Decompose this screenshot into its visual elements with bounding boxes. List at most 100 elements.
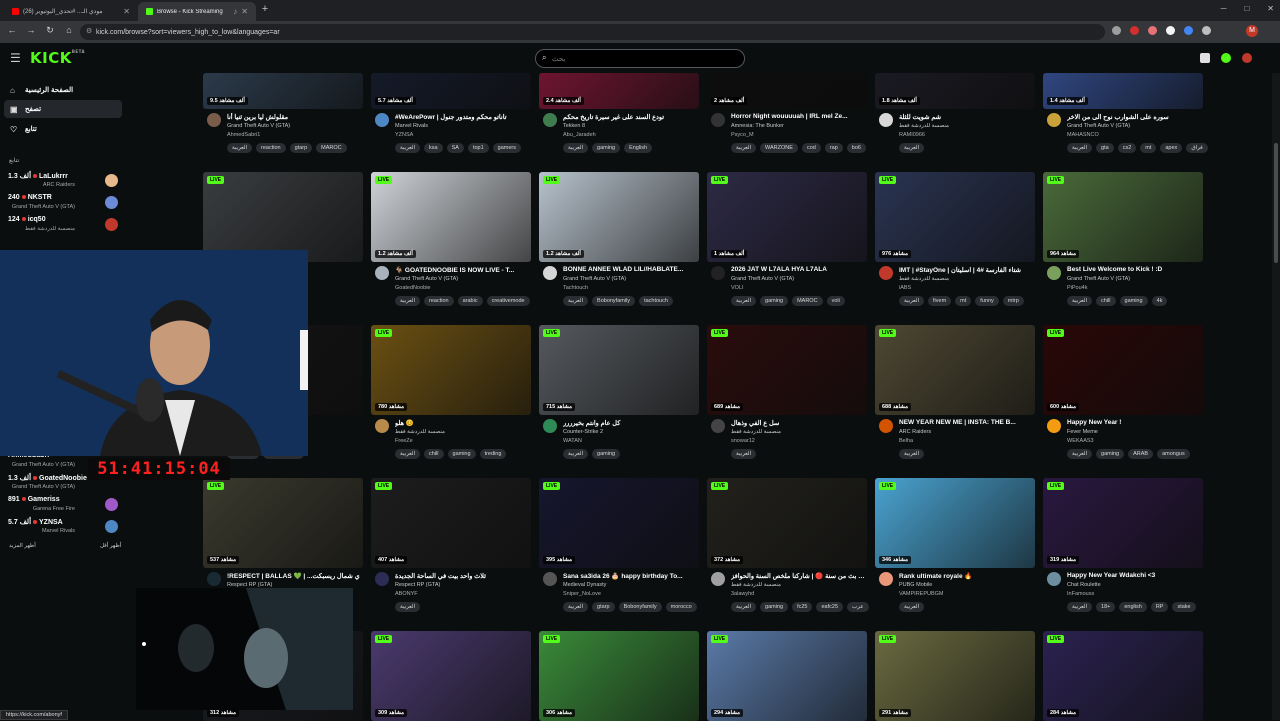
tag-chip[interactable]: Bobonyfamily: [592, 296, 636, 306]
tag-chip[interactable]: العربية: [563, 449, 589, 459]
tag-chip[interactable]: chill: [1096, 296, 1116, 306]
tag-chip[interactable]: WARZONE: [760, 143, 798, 153]
tag-chip[interactable]: funny: [975, 296, 999, 306]
tag-chip[interactable]: العربية: [731, 602, 757, 612]
tag-chip[interactable]: fivem: [928, 296, 952, 306]
tag-chip[interactable]: amongus: [1157, 449, 1190, 459]
tag-chip[interactable]: العربية: [731, 143, 757, 153]
avatar[interactable]: [711, 572, 725, 586]
tag-chip[interactable]: MAROC: [792, 296, 823, 306]
tag-chip[interactable]: apex: [1160, 143, 1183, 153]
stream-thumbnail[interactable]: LIVE 291 مشاهد: [875, 631, 1035, 721]
tag-chip[interactable]: reaction: [424, 296, 454, 306]
streamer-name[interactable]: Abu_Jaradeh: [563, 132, 596, 138]
tag-chip[interactable]: العربية: [395, 143, 421, 153]
stream-thumbnail[interactable]: 5.7 ألف مشاهد: [371, 73, 531, 109]
tag-chip[interactable]: bo6: [846, 143, 866, 153]
tag-chip[interactable]: cod: [801, 143, 821, 153]
avatar[interactable]: [711, 266, 725, 280]
streamer-name[interactable]: 3alawyhd: [731, 591, 754, 597]
avatar[interactable]: [1047, 266, 1061, 280]
stream-thumbnail[interactable]: LIVE 372 مشاهد: [707, 478, 867, 568]
tag-chip[interactable]: العربية: [899, 449, 925, 459]
avatar[interactable]: [543, 266, 557, 280]
tag-chip[interactable]: stake: [1172, 602, 1196, 612]
tag-chip[interactable]: العربية: [563, 602, 589, 612]
stream-category[interactable]: Medieval Dynasty: [563, 582, 697, 588]
stream-thumbnail[interactable]: LIVE 309 مشاهد: [371, 631, 531, 721]
tag-chip[interactable]: عرب: [847, 602, 869, 612]
stream-category[interactable]: Respect RP (GTA): [395, 582, 529, 588]
tag-chip[interactable]: arabic: [457, 296, 483, 306]
streamer-name[interactable]: FreeZe: [395, 438, 413, 444]
tag-chip[interactable]: reaction: [256, 143, 286, 153]
tag-chip[interactable]: Bobonyfamily: [618, 602, 662, 612]
tag-chip[interactable]: gaming: [592, 449, 621, 459]
avatar[interactable]: [375, 266, 389, 280]
tag-chip[interactable]: cs2: [1117, 143, 1137, 153]
tag-chip[interactable]: ksa: [424, 143, 443, 153]
tag-chip[interactable]: العربية: [731, 449, 757, 459]
stream-category[interactable]: Tekken 8: [563, 123, 697, 129]
streamer-name[interactable]: VOLI: [731, 285, 744, 291]
tag-chip[interactable]: rap: [824, 143, 843, 153]
tag-chip[interactable]: العربية: [899, 602, 925, 612]
tag-chip[interactable]: mt: [955, 296, 972, 306]
avatar[interactable]: [207, 113, 221, 127]
tag-chip[interactable]: العربية: [731, 296, 757, 306]
stream-thumbnail[interactable]: 1.4 ألف مشاهد: [1043, 73, 1203, 109]
streamer-name[interactable]: Psyco_M: [731, 132, 754, 138]
streamer-name[interactable]: WATAN: [563, 438, 582, 444]
avatar[interactable]: [543, 419, 557, 433]
avatar[interactable]: [543, 572, 557, 586]
stream-category[interactable]: Amnesia: The Bunker: [731, 123, 865, 129]
avatar[interactable]: [375, 113, 389, 127]
tag-chip[interactable]: gtarp: [289, 143, 313, 153]
tag-chip[interactable]: العربية: [227, 143, 253, 153]
stream-thumbnail[interactable]: LIVE 284 مشاهد: [1043, 631, 1203, 721]
streamer-name[interactable]: GoatedNoobie: [395, 285, 430, 291]
tag-chip[interactable]: mt: [1140, 143, 1157, 153]
tag-chip[interactable]: RP: [1150, 602, 1169, 612]
stream-thumbnail[interactable]: 1.8 ألف مشاهد: [875, 73, 1035, 109]
tag-chip[interactable]: gaming: [760, 602, 789, 612]
tag-chip[interactable]: العربية: [899, 296, 925, 306]
tag-chip[interactable]: gaming: [1119, 296, 1148, 306]
tag-chip[interactable]: العربية: [1067, 143, 1093, 153]
tag-chip[interactable]: treding: [479, 449, 507, 459]
tag-chip[interactable]: creativemode: [486, 296, 530, 306]
stream-thumbnail[interactable]: LIVE 1.2 ألف مشاهد: [539, 172, 699, 262]
avatar[interactable]: [543, 113, 557, 127]
streamer-name[interactable]: RAMI0966: [899, 132, 925, 138]
avatar[interactable]: [375, 572, 389, 586]
streamer-name[interactable]: snowar12: [731, 438, 755, 444]
stream-category[interactable]: PUBG Mobile: [899, 582, 1033, 588]
stream-category[interactable]: منصسة للدردشة فقط: [899, 276, 1033, 282]
stream-thumbnail[interactable]: LIVE 964 مشاهد: [1043, 172, 1203, 262]
streamer-name[interactable]: ABONYF: [395, 591, 418, 597]
streamer-name[interactable]: WEKAAS3: [1067, 438, 1094, 444]
stream-thumbnail[interactable]: LIVE 780 مشاهد: [371, 325, 531, 415]
tag-chip[interactable]: morocco: [665, 602, 697, 612]
stream-thumbnail[interactable]: LIVE 346 مشاهد: [875, 478, 1035, 568]
stream-thumbnail[interactable]: LIVE 976 مشاهد: [875, 172, 1035, 262]
stream-category[interactable]: Counter-Strike 2: [563, 429, 697, 435]
tag-chip[interactable]: mtrp: [1002, 296, 1024, 306]
stream-category[interactable]: Marvel Rivals: [395, 123, 529, 129]
tag-chip[interactable]: MAROC: [316, 143, 347, 153]
tag-chip[interactable]: voli: [826, 296, 845, 306]
tag-chip[interactable]: english: [1119, 602, 1147, 612]
stream-thumbnail[interactable]: LIVE: [203, 172, 363, 262]
streamer-name[interactable]: Sniper_NoLove: [563, 591, 601, 597]
tag-chip[interactable]: gtarp: [592, 602, 615, 612]
tag-chip[interactable]: gaming: [1096, 449, 1125, 459]
stream-category[interactable]: Grand Theft Auto V (GTA): [395, 276, 529, 282]
stream-thumbnail[interactable]: 2 ألف مشاهد: [707, 73, 867, 109]
streamer-name[interactable]: AhmedSabri1: [227, 132, 260, 138]
stream-thumbnail[interactable]: 9.5 ألف مشاهد: [203, 73, 363, 109]
stream-thumbnail[interactable]: 2.4 ألف مشاهد: [539, 73, 699, 109]
tag-chip[interactable]: العربية: [899, 143, 925, 153]
tag-chip[interactable]: gamers: [492, 143, 521, 153]
tag-chip[interactable]: العربية: [1067, 602, 1093, 612]
stream-category[interactable]: منصسة للدردشة فقط: [731, 582, 865, 588]
